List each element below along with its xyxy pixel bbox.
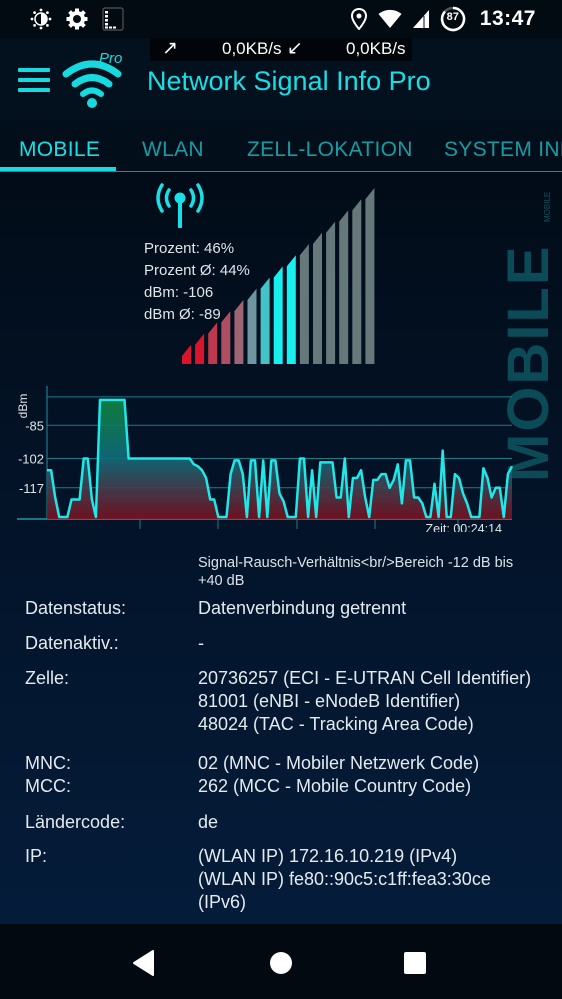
info-label-line: Datenstatus: bbox=[25, 598, 127, 618]
tab-system-info[interactable]: SYSTEM INFO bbox=[444, 138, 562, 162]
wifi-icon bbox=[378, 9, 402, 29]
signal-bar-active bbox=[234, 300, 244, 364]
info-label-line: IP: bbox=[25, 846, 48, 866]
info-value: de bbox=[198, 811, 218, 834]
info-value-line: (WLAN IP) fe80::90c5:c1ff:fea3:30ce bbox=[198, 869, 491, 889]
arrow-down-left-icon: ↙ bbox=[287, 38, 303, 59]
chart-ylabel: dBm bbox=[16, 394, 30, 419]
info-label-line: Ländercode: bbox=[25, 812, 126, 832]
tab-mobile[interactable]: MOBILE bbox=[19, 138, 100, 162]
info-label: MNC: MCC: bbox=[25, 752, 71, 798]
info-label: Zelle: bbox=[25, 667, 69, 690]
signal-bar-active bbox=[221, 311, 231, 364]
back-icon[interactable] bbox=[131, 948, 161, 978]
signal-bar-inactive bbox=[299, 244, 309, 364]
info-value: Datenverbindung getrennt bbox=[198, 597, 406, 620]
location-icon bbox=[350, 8, 368, 30]
signal-bar-active bbox=[260, 277, 270, 364]
info-value-line: 262 (MCC - Mobile Country Code) bbox=[198, 776, 472, 796]
info-value-line: 81001 (eNBI - eNodeB Identifier) bbox=[198, 691, 461, 711]
home-icon[interactable] bbox=[266, 948, 296, 978]
signal-bar-active bbox=[195, 333, 205, 364]
signal-bar-active bbox=[286, 255, 296, 364]
tab-bar: MOBILE WLAN ZELL-LOKATION SYSTEM INFO bbox=[0, 120, 562, 172]
info-value-line: 48024 (TAC - Tracking Area Code) bbox=[198, 714, 474, 734]
signal-bar-active bbox=[208, 322, 218, 364]
cell-signal-icon bbox=[412, 9, 430, 29]
signal-bar-inactive bbox=[352, 199, 362, 364]
chart-ytick-label: -85 bbox=[25, 418, 44, 433]
info-value-line: 02 (MNC - Mobiler Netzwerk Code) bbox=[198, 753, 480, 773]
tab-zell-lokation[interactable]: ZELL-LOKATION bbox=[247, 138, 413, 162]
clock: 13:47 bbox=[479, 7, 536, 30]
hamburger-menu-icon[interactable] bbox=[18, 68, 50, 94]
info-value-line: (WLAN IP) 172.16.10.219 (IPv4) bbox=[198, 846, 458, 866]
info-label: Ländercode: bbox=[25, 811, 125, 834]
signal-bar-active bbox=[247, 288, 257, 364]
signal-strength-bars bbox=[182, 188, 375, 364]
signal-bar-inactive bbox=[313, 232, 322, 364]
arrow-up-right-icon: ↗ bbox=[162, 38, 178, 59]
info-label-line: MCC: bbox=[25, 776, 71, 796]
navigation-bar bbox=[0, 924, 562, 999]
info-label-line: Zelle: bbox=[25, 668, 70, 688]
signal-bar-active bbox=[182, 344, 191, 364]
info-value-line: Datenverbindung getrennt bbox=[198, 598, 407, 618]
info-label-line: Datenaktiv.: bbox=[25, 633, 119, 653]
upload-speed: 0,0KB/s bbox=[222, 39, 282, 58]
info-value-line: (IPv6) bbox=[198, 892, 247, 912]
battery-percent: 87 bbox=[446, 11, 459, 23]
signal-history-chart: -85 -102 -117 dBm Zeit: 00:24:14 bbox=[16, 386, 514, 532]
tab-wlan[interactable]: WLAN bbox=[142, 138, 204, 162]
info-value: - bbox=[198, 632, 204, 655]
signal-bar-inactive bbox=[365, 188, 375, 364]
settings-icon bbox=[66, 8, 88, 30]
battery-icon: 87 bbox=[440, 6, 466, 32]
info-value: 20736257 (ECI - E-UTRAN Cell Identifier)… bbox=[198, 667, 531, 736]
wifi-pro-logo-icon: Pro bbox=[60, 50, 132, 117]
signal-bar-active bbox=[273, 266, 283, 364]
download-speed: 0,0KB/s bbox=[346, 39, 406, 58]
info-label: Datenaktiv.: bbox=[25, 632, 119, 655]
signal-bar-inactive bbox=[326, 221, 336, 364]
info-label: Datenstatus: bbox=[25, 597, 126, 620]
info-value-line: - bbox=[198, 633, 204, 653]
recents-icon[interactable] bbox=[400, 948, 430, 978]
info-value-line: de bbox=[198, 812, 219, 832]
status-bar: 87 13:47 bbox=[0, 0, 562, 38]
brightness-auto-icon bbox=[30, 8, 52, 30]
chart-xlabel: Zeit: 00:24:14 bbox=[426, 522, 502, 532]
info-value: (WLAN IP) 172.16.10.219 (IPv4) (WLAN IP) … bbox=[198, 845, 491, 914]
info-value-line: 20736257 (ECI - E-UTRAN Cell Identifier) bbox=[198, 668, 532, 688]
signal-bar-inactive bbox=[339, 210, 349, 364]
snr-note: Signal-Rausch-Verhältnis<br/>Bereich -12… bbox=[198, 555, 514, 589]
info-label-line: MNC: bbox=[25, 753, 71, 773]
mobile-content: MOBILE MOBILE Prozent: 46% Prozent Ø: 44… bbox=[0, 172, 562, 924]
signal-stats-icon bbox=[102, 7, 124, 31]
logo-pro-badge: Pro bbox=[99, 50, 123, 67]
info-label: IP: bbox=[25, 845, 47, 868]
network-speed-bar: ↗ 0,0KB/s ↙ 0,0KB/s bbox=[150, 38, 412, 61]
active-tab-indicator bbox=[0, 167, 116, 171]
side-label-small: MOBILE bbox=[543, 191, 552, 222]
app-title: Network Signal Info Pro bbox=[147, 66, 431, 96]
info-value: 02 (MNC - Mobiler Netzwerk Code) 262 (MCC… bbox=[198, 752, 479, 798]
chart-ytick-label: -117 bbox=[19, 481, 44, 496]
chart-ytick-label: -102 bbox=[18, 451, 44, 466]
